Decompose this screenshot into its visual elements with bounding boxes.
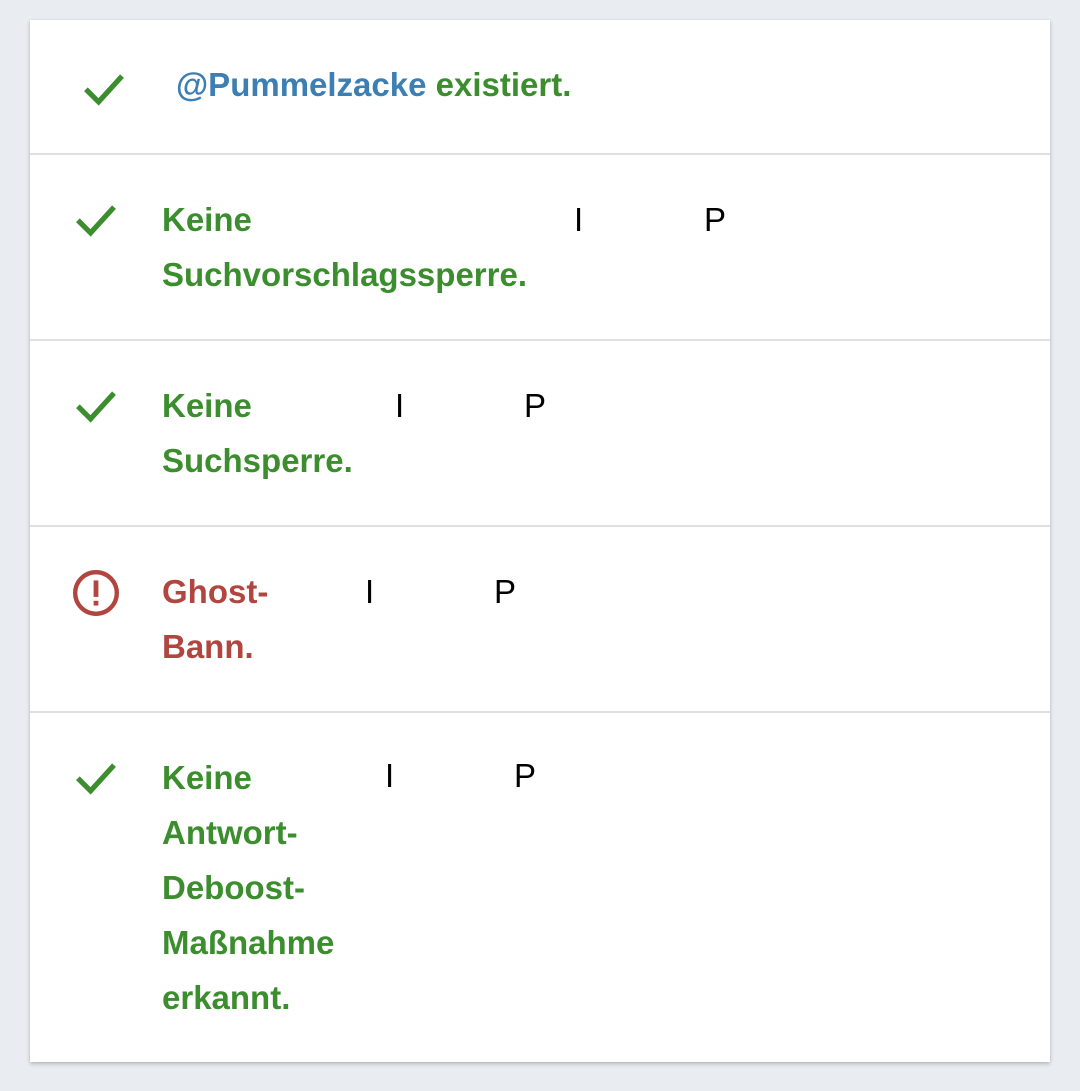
result-message: Keine Suchvorschlagssperre. bbox=[162, 192, 527, 302]
result-text: existiert. bbox=[435, 66, 572, 103]
result-row-search-suggestion-ban: Keine Suchvorschlagssperre. I P bbox=[30, 155, 1050, 341]
alert-circle-icon bbox=[70, 567, 122, 619]
result-line: Maßnahme bbox=[162, 924, 335, 961]
marker-i: I bbox=[395, 387, 405, 424]
result-line: Keine bbox=[162, 201, 252, 238]
result-line: Bann. bbox=[162, 628, 254, 665]
result-line: Antwort- bbox=[162, 814, 298, 851]
result-line: Suchvorschlagssperre. bbox=[162, 256, 527, 293]
check-icon bbox=[70, 195, 122, 247]
result-message: @Pummelzacke existiert. bbox=[176, 57, 571, 112]
marker-i: I bbox=[385, 757, 395, 794]
result-row-reply-deboost: Keine Antwort- Deboost- Maßnahme erkannt… bbox=[30, 713, 1050, 1062]
result-row-search-ban: Keine Suchsperre. I P bbox=[30, 341, 1050, 527]
check-icon bbox=[70, 381, 122, 433]
results-card: @Pummelzacke existiert. Keine Suchvorsch… bbox=[30, 20, 1050, 1062]
marker-p: P bbox=[524, 387, 547, 424]
marker-p: P bbox=[704, 201, 727, 238]
result-line: Ghost- bbox=[162, 573, 269, 610]
result-row-ghost-ban: Ghost- Bann. I P bbox=[30, 527, 1050, 713]
username-label[interactable]: @Pummelzacke bbox=[176, 66, 426, 103]
check-icon bbox=[70, 753, 122, 805]
marker-i: I bbox=[365, 573, 375, 610]
result-line: erkannt. bbox=[162, 979, 291, 1016]
result-message: Keine Antwort- Deboost- Maßnahme erkannt… bbox=[162, 750, 334, 1025]
result-message: Keine Suchsperre. bbox=[162, 378, 353, 488]
result-line: Suchsperre. bbox=[162, 442, 353, 479]
marker-p: P bbox=[494, 573, 517, 610]
check-icon bbox=[78, 64, 130, 116]
result-line: Deboost- bbox=[162, 869, 305, 906]
marker-i: I bbox=[574, 201, 584, 238]
result-line: Keine bbox=[162, 387, 252, 424]
result-row-exists: @Pummelzacke existiert. bbox=[30, 20, 1050, 155]
result-message: Ghost- Bann. bbox=[162, 564, 268, 674]
marker-p: P bbox=[514, 757, 537, 794]
result-line: Keine bbox=[162, 759, 252, 796]
